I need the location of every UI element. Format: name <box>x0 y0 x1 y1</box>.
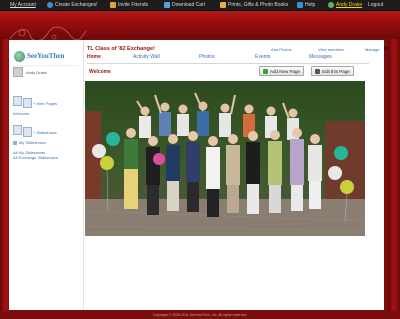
edit-page-label: Edit this Page <box>322 68 350 74</box>
download-cart-link[interactable]: Download Cart <box>164 2 205 8</box>
edit-icon <box>315 68 320 74</box>
add-photos-link[interactable]: Add Photos <box>271 47 292 52</box>
invite-friends-label: Invite Friends <box>118 2 149 8</box>
avatar <box>13 67 23 77</box>
logo-icon <box>14 50 25 62</box>
top-toolbar: My Account Create Exchanges! Invite Frie… <box>0 0 400 11</box>
add-slideshows-link[interactable]: + Slideshows <box>13 123 57 137</box>
logout-label: Logout <box>368 2 384 8</box>
edit-page-button[interactable]: Edit this Page <box>311 66 354 76</box>
sidebar-item-my-slideshows[interactable]: My Slideshows <box>13 140 46 145</box>
download-icon <box>164 2 170 8</box>
create-exchanges-label: Create Exchanges! <box>55 2 98 8</box>
user-profile-link[interactable]: Andy Drake <box>328 2 362 8</box>
help-link[interactable]: Help <box>297 2 315 8</box>
invite-friends-link[interactable]: Invite Friends <box>110 2 148 8</box>
page-title: Welcome <box>89 69 111 75</box>
slideshow-icon-secondary <box>23 127 32 137</box>
tab-photos[interactable]: Photos <box>199 54 215 60</box>
header-banner <box>0 11 400 50</box>
slideshow-icon <box>13 125 22 135</box>
sidebar-item-welcome[interactable]: Welcome <box>13 111 30 116</box>
main-content: Add Photos View members Manage TL Class … <box>83 40 384 310</box>
help-label: Help <box>305 2 316 8</box>
prints-gifts-link[interactable]: Prints, Gifts & Photo Books <box>220 2 288 8</box>
web-pages-label: + Web Pages <box>33 101 58 106</box>
nav-tabs: Home Activity Wall Photos Events Message… <box>87 54 367 62</box>
people-icon <box>110 2 116 8</box>
view-members-link[interactable]: View members <box>318 47 344 52</box>
globe-icon <box>47 2 53 8</box>
page-container: SeeYouThen Andy Drake + Web Pages Welcom… <box>9 40 384 310</box>
help-icon <box>297 2 303 8</box>
tab-events[interactable]: Events <box>255 54 270 60</box>
add-new-page-label: Add New Page <box>270 68 301 74</box>
gift-icon <box>220 2 226 8</box>
prints-gifts-label: Prints, Gifts & Photo Books <box>228 2 289 8</box>
group-photo <box>85 81 365 236</box>
user-name-label: Andy Drake <box>336 2 363 8</box>
my-account-label: My Account <box>10 2 36 8</box>
tab-activity-wall[interactable]: Activity Wall <box>133 54 160 60</box>
left-sidebar: SeeYouThen Andy Drake + Web Pages Welcom… <box>9 40 84 310</box>
logout-link[interactable]: Logout <box>368 2 383 8</box>
divider <box>13 65 79 66</box>
slideshows-label: + Slideshows <box>33 130 57 135</box>
user-icon <box>328 2 334 8</box>
nav-divider <box>87 63 369 64</box>
logo[interactable]: SeeYouThen <box>14 49 78 63</box>
tab-messages[interactable]: Messages <box>309 54 332 60</box>
my-slideshows-label: My Slideshows <box>19 140 46 145</box>
sidebar-user[interactable]: Andy Drake <box>13 67 47 77</box>
footer-copyright: Copyright © 2008-2011 SeeYouThen, Inc. A… <box>152 313 248 317</box>
sidebar-user-name: Andy Drake <box>26 69 47 75</box>
add-web-pages-link[interactable]: + Web Pages <box>13 94 57 108</box>
add-icon <box>263 68 268 74</box>
tab-home[interactable]: Home <box>87 54 101 60</box>
add-new-page-button[interactable]: Add New Page <box>259 66 305 76</box>
sidebar-item-all-exchange-slideshows[interactable]: All Exchange Slideshows <box>13 155 58 160</box>
create-exchanges-link[interactable]: Create Exchanges! <box>47 2 98 8</box>
slideshow-small-icon <box>13 140 17 145</box>
group-title: TL Class of '82 Exchange! <box>87 46 155 52</box>
logo-text: SeeYouThen <box>27 52 65 60</box>
manage-link[interactable]: Manage <box>365 47 379 52</box>
page-icon <box>13 96 22 106</box>
right-side-border <box>388 39 400 311</box>
download-cart-label: Download Cart <box>172 2 206 8</box>
my-account-link[interactable]: My Account <box>10 2 36 8</box>
page-icon-secondary <box>23 98 32 108</box>
